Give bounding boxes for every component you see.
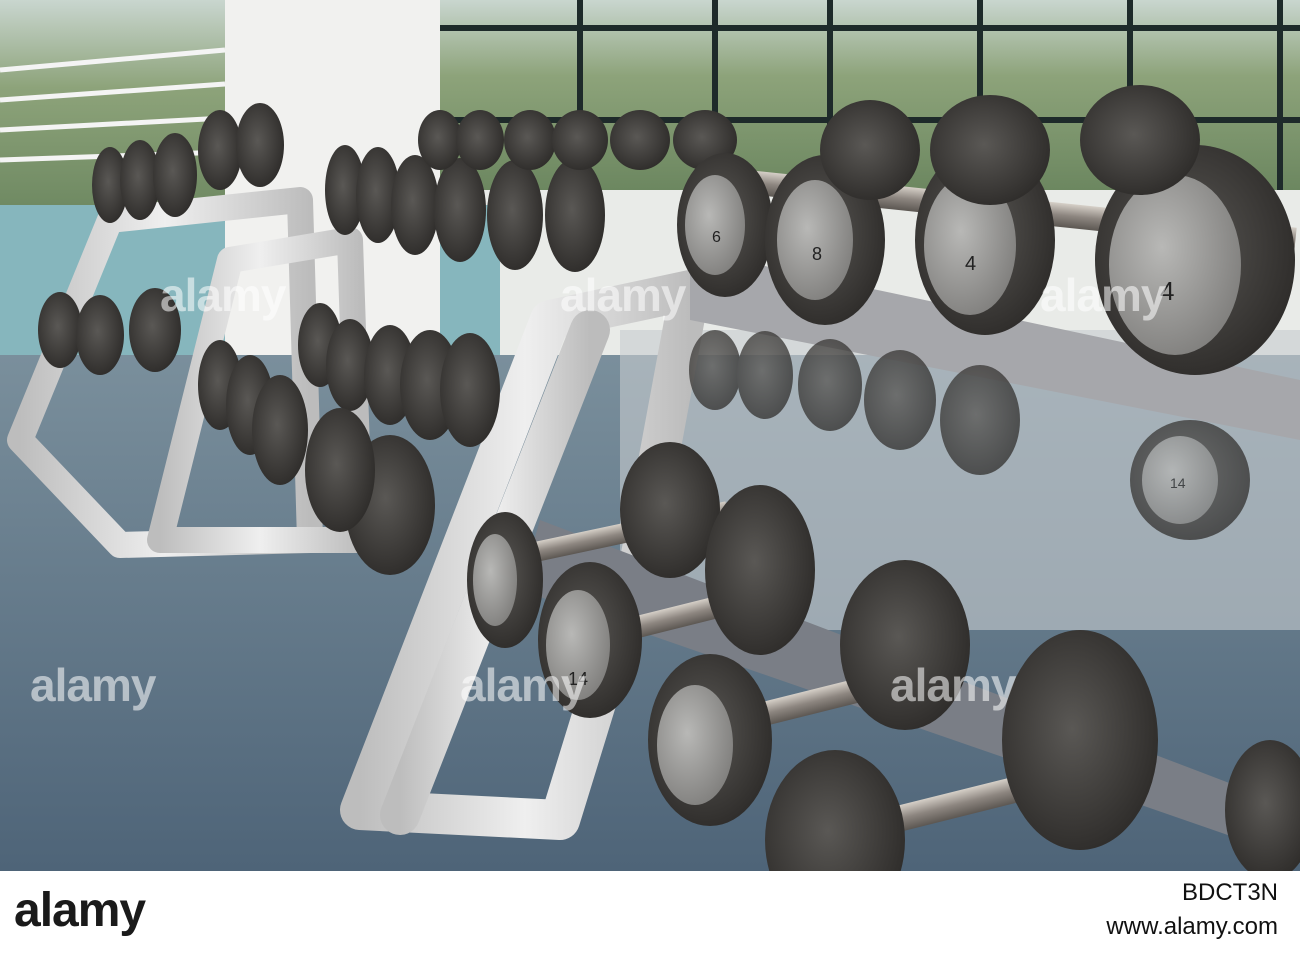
weight-label: 14 — [1170, 475, 1186, 491]
gym-scene: 6 8 4 4 14 14 — [0, 0, 1300, 871]
footer-url: www.alamy.com — [1106, 913, 1278, 940]
weight-label: 14 — [568, 669, 588, 689]
footer-bar: alamy BDCT3N www.alamy.com — [0, 871, 1300, 953]
weight-label: 4 — [965, 253, 976, 275]
image-id: BDCT3N — [1181, 879, 1278, 906]
weight-label: 6 — [712, 229, 721, 246]
photo: 6 8 4 4 14 14 alamy alamy alamy alamy al… — [0, 0, 1300, 871]
footer-logo: alamy — [14, 884, 146, 937]
weight-label: 8 — [812, 244, 822, 264]
weight-label: 4 — [1160, 276, 1174, 306]
